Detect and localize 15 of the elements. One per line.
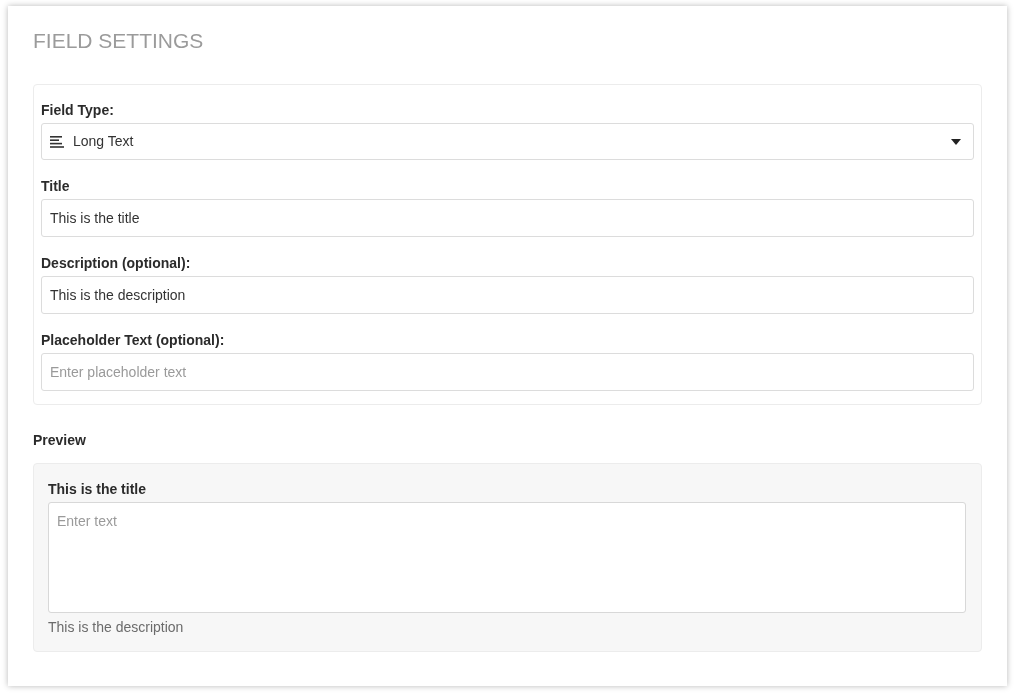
preview-field-label: This is the title (48, 480, 146, 499)
text-field[interactable]: Enter placeholder text (41, 353, 974, 391)
field-label: Field Type: (41, 101, 114, 120)
text-area[interactable]: Enter text (48, 502, 966, 613)
field-label: Description (optional): (41, 254, 191, 273)
field-label: Placeholder Text (optional): (41, 331, 225, 350)
field-label: Title (41, 177, 70, 196)
preview-heading: Preview (33, 431, 86, 450)
text-field[interactable]: This is the description (41, 276, 974, 314)
caret-icon (951, 138, 961, 145)
lines-icon (50, 135, 64, 148)
field-type-dropdown[interactable]: Long Text (41, 123, 974, 160)
text-field[interactable]: This is the title (41, 199, 974, 237)
section-heading: FIELD SETTINGS (33, 28, 205, 54)
help-text: This is the description (48, 618, 184, 637)
